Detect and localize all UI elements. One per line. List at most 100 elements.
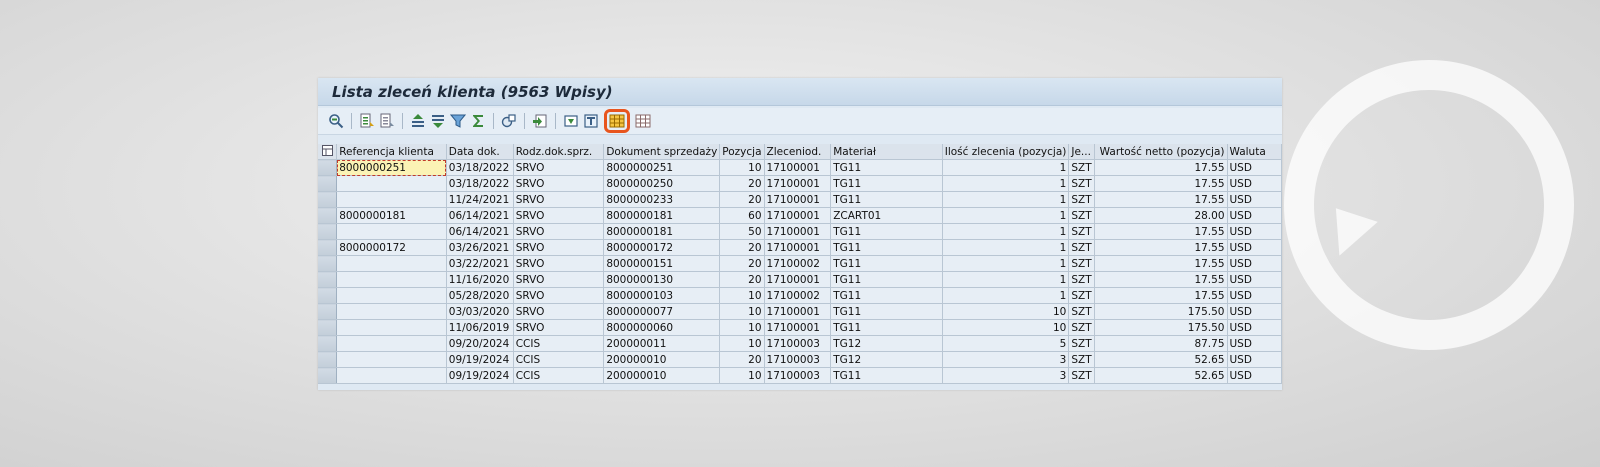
table-cell[interactable]: SRVO	[513, 271, 605, 288]
find-button[interactable]	[409, 112, 427, 130]
table-cell[interactable]: SZT	[1068, 319, 1095, 336]
table-cell[interactable]: USD	[1227, 255, 1282, 272]
table-cell[interactable]: USD	[1227, 367, 1282, 384]
table-cell[interactable]: 09/19/2024	[446, 367, 514, 384]
table-cell[interactable]	[336, 271, 447, 288]
table-cell[interactable]: 20	[719, 271, 765, 288]
table-cell[interactable]: SZT	[1068, 207, 1095, 224]
table-cell[interactable]: 3	[942, 351, 1070, 368]
table-cell[interactable]: 17.55	[1094, 239, 1228, 256]
table-cell[interactable]: 50	[719, 223, 765, 240]
views-button[interactable]	[500, 112, 518, 130]
table-cell[interactable]: CCIS	[513, 351, 605, 368]
table-cell[interactable]: USD	[1227, 271, 1282, 288]
table-row[interactable]: 06/14/2021 SRVO 8000000181 50 17100001 TG11 1 S…	[318, 223, 1282, 240]
table-cell[interactable]: 17100003	[764, 367, 832, 384]
row-selector[interactable]	[318, 159, 338, 176]
table-cell[interactable]: TG12	[830, 351, 943, 368]
table-row[interactable]: 05/28/2020 SRVO 8000000103 10 17100002 TG11 1 S…	[318, 287, 1282, 304]
table-cell[interactable]: USD	[1227, 303, 1282, 320]
table-cell[interactable]: SZT	[1068, 175, 1095, 192]
table-cell[interactable]: 03/18/2022	[446, 159, 514, 176]
layout-button[interactable]	[582, 112, 600, 130]
table-cell[interactable]: SZT	[1068, 351, 1095, 368]
table-cell[interactable]: 03/22/2021	[446, 255, 514, 272]
table-cell[interactable]	[336, 319, 447, 336]
table-cell[interactable]: TG11	[830, 271, 943, 288]
table-row[interactable]: 03/03/2020 SRVO 8000000077 10 17100001 TG11 10…	[318, 303, 1282, 320]
table-cell[interactable]: 11/16/2020	[446, 271, 514, 288]
column-header[interactable]: Referencja klienta	[336, 144, 447, 160]
table-cell[interactable]: SZT	[1068, 335, 1095, 352]
table-cell[interactable]: USD	[1227, 175, 1282, 192]
table-cell[interactable]: 17100002	[764, 255, 832, 272]
table-cell[interactable]: TG11	[830, 319, 943, 336]
table-cell[interactable]: USD	[1227, 239, 1282, 256]
table-cell[interactable]: 09/20/2024	[446, 335, 514, 352]
table-cell[interactable]: 17100001	[764, 239, 832, 256]
table-cell[interactable]: 05/28/2020	[446, 287, 514, 304]
table-cell[interactable]: 10	[942, 303, 1070, 320]
table-cell[interactable]: SZT	[1068, 271, 1095, 288]
table-cell[interactable]: SZT	[1068, 367, 1095, 384]
table-cell[interactable]: 1	[942, 207, 1070, 224]
table-cell[interactable]: 28.00	[1094, 207, 1228, 224]
table-cell[interactable]: 20	[719, 255, 765, 272]
table-cell[interactable]: 17.55	[1094, 223, 1228, 240]
table-cell[interactable]: 1	[942, 159, 1070, 176]
table-cell[interactable]: TG11	[830, 239, 943, 256]
row-selector[interactable]	[318, 287, 338, 304]
table-cell[interactable]: 17100001	[764, 271, 832, 288]
column-header[interactable]: Dokument sprzedaży	[603, 144, 721, 160]
table-cell[interactable]: 06/14/2021	[446, 223, 514, 240]
table-row[interactable]: 11/16/2020 SRVO 8000000130 20 17100001 TG11 1 S…	[318, 271, 1282, 288]
table-row[interactable]: 8000000172 03/26/2021 SRVO 8000000172 20 1710…	[318, 239, 1282, 256]
table-cell[interactable]: 10	[719, 335, 765, 352]
table-cell[interactable]: 8000000250	[603, 175, 721, 192]
table-cell[interactable]: 1	[942, 223, 1070, 240]
table-cell[interactable]: 10	[719, 367, 765, 384]
table-cell[interactable]: SRVO	[513, 239, 605, 256]
row-selector[interactable]	[318, 175, 338, 192]
table-cell[interactable]: 8000000251	[336, 159, 447, 176]
select-all-button[interactable]	[318, 144, 338, 160]
table-cell[interactable]: 8000000251	[603, 159, 721, 176]
table-cell[interactable]: 60	[719, 207, 765, 224]
table-cell[interactable]: 1	[942, 191, 1070, 208]
table-cell[interactable]: SRVO	[513, 175, 605, 192]
export-button[interactable]	[531, 112, 549, 130]
table-cell[interactable]: SRVO	[513, 287, 605, 304]
table-cell[interactable]: SRVO	[513, 191, 605, 208]
table-cell[interactable]	[336, 335, 447, 352]
table-cell[interactable]: USD	[1227, 287, 1282, 304]
table-cell[interactable]: 1	[942, 271, 1070, 288]
table-cell[interactable]: SRVO	[513, 159, 605, 176]
table-cell[interactable]: 3	[942, 367, 1070, 384]
row-selector[interactable]	[318, 367, 338, 384]
filter-button[interactable]	[449, 112, 467, 130]
table-cell[interactable]: 5	[942, 335, 1070, 352]
table-cell[interactable]: 1	[942, 239, 1070, 256]
column-header[interactable]: Waluta	[1227, 144, 1282, 160]
detail-button[interactable]	[327, 112, 345, 130]
table-cell[interactable]: 03/18/2022	[446, 175, 514, 192]
grid-settings-button[interactable]	[634, 112, 652, 130]
table-cell[interactable]: USD	[1227, 207, 1282, 224]
table-cell[interactable]: 10	[719, 319, 765, 336]
choose-layout-button[interactable]	[604, 109, 630, 133]
row-selector[interactable]	[318, 303, 338, 320]
table-cell[interactable]: 8000000172	[603, 239, 721, 256]
table-cell[interactable]: SZT	[1068, 223, 1095, 240]
table-row[interactable]: 11/24/2021 SRVO 8000000233 20 17100001 TG11 1 S…	[318, 191, 1282, 208]
column-header[interactable]: Ilość zlecenia (pozycja)	[942, 144, 1070, 160]
row-selector[interactable]	[318, 351, 338, 368]
table-cell[interactable]: SRVO	[513, 255, 605, 272]
table-cell[interactable]: USD	[1227, 159, 1282, 176]
table-cell[interactable]: 20	[719, 191, 765, 208]
table-cell[interactable]: 200000010	[603, 351, 721, 368]
table-cell[interactable]: 11/06/2019	[446, 319, 514, 336]
table-cell[interactable]: USD	[1227, 191, 1282, 208]
table-cell[interactable]: 87.75	[1094, 335, 1228, 352]
table-cell[interactable]: TG11	[830, 191, 943, 208]
table-cell[interactable]: 10	[719, 287, 765, 304]
